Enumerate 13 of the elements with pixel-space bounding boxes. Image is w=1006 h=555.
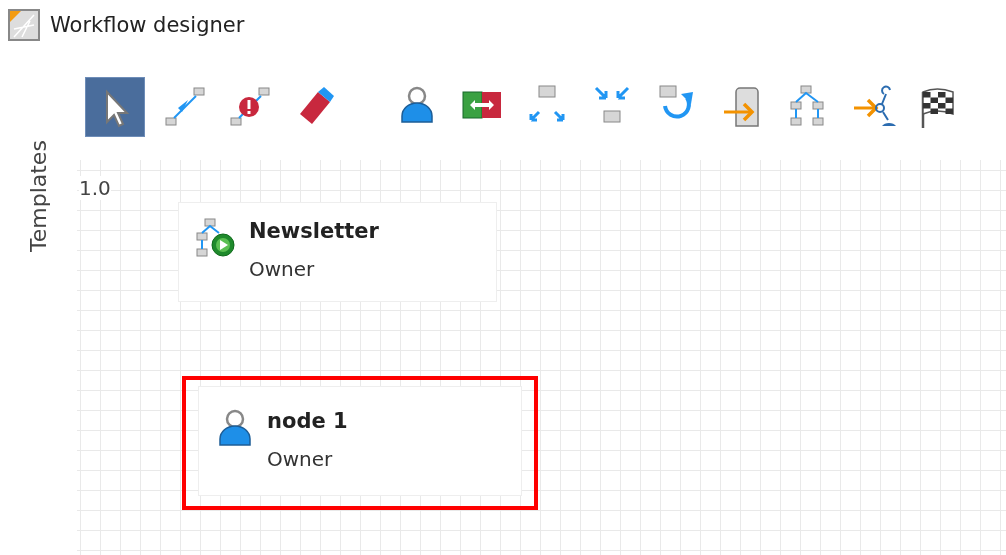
node-title: node 1 xyxy=(267,409,348,433)
node-card[interactable]: node 1 Owner xyxy=(198,386,522,496)
node-card[interactable]: Newsletter Owner xyxy=(178,202,497,302)
pointer-tool[interactable] xyxy=(85,77,145,137)
templates-tab[interactable]: Templates xyxy=(26,112,51,252)
node-role: Owner xyxy=(267,447,334,471)
node-title: Newsletter xyxy=(249,219,379,243)
app-logo-icon xyxy=(8,9,40,41)
node-role: Owner xyxy=(249,257,316,281)
version-label: 1.0 xyxy=(79,176,111,200)
diagram-canvas[interactable]: 1.0 Newsletter Owner node 1 Owner xyxy=(77,160,1006,555)
window-title: Workflow designer xyxy=(50,13,245,37)
subprocess-icon xyxy=(195,217,237,259)
